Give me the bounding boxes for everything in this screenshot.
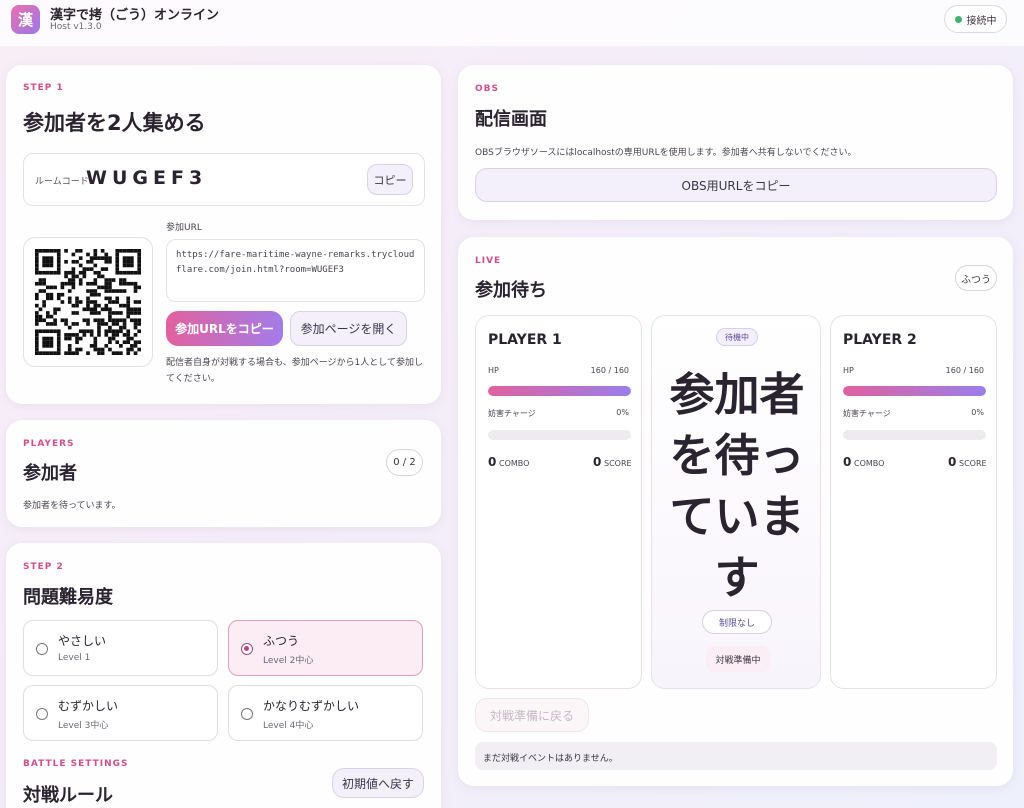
waiting-message: 参加者を待っています bbox=[669, 368, 805, 604]
player1-hp-label: HP bbox=[488, 366, 499, 375]
player2-charge-value: 0% bbox=[971, 408, 984, 417]
back-to-prep-button[interactable]: 対戦準備に戻る bbox=[475, 698, 589, 732]
player2-score: 0 bbox=[948, 455, 957, 469]
player2-hp-label: HP bbox=[843, 366, 854, 375]
difficulty-badge: ふつう bbox=[955, 265, 997, 291]
step2-eyebrow: STEP 2 bbox=[23, 562, 64, 572]
obs-card: OBS 配信画面 OBSブラウザソースにはlocalhostの専用URLを使用し… bbox=[458, 65, 1013, 220]
status-dot-icon bbox=[954, 15, 962, 23]
difficulty-name: かなりむずかしい bbox=[263, 699, 360, 713]
host-join-note: 配信者自身が対戦する場合も、参加ページから1人として参加してください。 bbox=[166, 358, 424, 384]
player1-hp-fill bbox=[488, 386, 631, 396]
player1-charge-label: 妨害チャージ bbox=[488, 409, 536, 418]
qr-code-icon bbox=[35, 249, 141, 355]
open-join-page-button[interactable]: 参加ページを開く bbox=[290, 311, 407, 346]
players-title: 参加者 bbox=[23, 463, 77, 484]
player1-charge-value: 0% bbox=[616, 408, 629, 417]
player2-hp-bar bbox=[843, 386, 986, 396]
player1-combo-label: COMBO bbox=[499, 459, 530, 468]
difficulty-option-very-hard[interactable]: かなりむずかしい Level 4中心 bbox=[228, 685, 423, 741]
player2-score-label: SCORE bbox=[959, 459, 987, 468]
player2-charge-label: 妨害チャージ bbox=[843, 409, 891, 418]
player2-card: PLAYER 2 HP 160 / 160 妨害チャージ 0% 0 COMBO … bbox=[830, 315, 997, 689]
waiting-badge: 待機中 bbox=[716, 328, 758, 346]
step2-card: STEP 2 問題難易度 やさしい Level 1 ふつう Level 2中心 … bbox=[6, 543, 441, 808]
player2-hp-fill bbox=[843, 386, 986, 396]
center-status-card: 待機中 参加者を待っています 制限なし 対戦準備中 bbox=[651, 315, 821, 689]
players-status: 参加者を待っています。 bbox=[23, 501, 121, 511]
live-card: LIVE 参加待ち ふつう PLAYER 1 HP 160 / 160 妨害チャ… bbox=[458, 237, 1013, 786]
qr-code bbox=[23, 237, 153, 367]
player1-combo: 0 bbox=[488, 455, 497, 469]
battle-eyebrow: BATTLE SETTINGS bbox=[23, 759, 129, 769]
step1-title: 参加者を2人集める bbox=[23, 111, 206, 135]
live-eyebrow: LIVE bbox=[475, 256, 502, 266]
difficulty-name: むずかしい bbox=[58, 699, 119, 713]
battle-status-pill: 対戦準備中 bbox=[706, 646, 770, 672]
copy-obs-url-button[interactable]: OBS用URLをコピー bbox=[475, 168, 997, 202]
room-code-box: ルームコード WUGEF3 コピー bbox=[23, 153, 425, 206]
radio-icon[interactable] bbox=[36, 643, 48, 655]
connection-status-badge: 接続中 bbox=[944, 5, 1007, 33]
radio-icon[interactable] bbox=[36, 708, 48, 720]
event-log: まだ対戦イベントはありません。 bbox=[475, 742, 997, 770]
player2-charge-bar bbox=[843, 430, 986, 440]
copy-room-code-button[interactable]: コピー bbox=[367, 164, 413, 195]
reset-defaults-button[interactable]: 初期値へ戻す bbox=[332, 768, 424, 798]
join-url-label: 参加URL bbox=[166, 223, 202, 233]
time-limit-pill: 制限なし bbox=[702, 610, 772, 634]
difficulty-level: Level 2中心 bbox=[263, 656, 314, 666]
player1-charge-bar bbox=[488, 430, 631, 440]
room-code-label: ルームコード bbox=[35, 177, 89, 187]
room-code-value: WUGEF3 bbox=[86, 167, 208, 189]
player1-hp-value: 160 / 160 bbox=[590, 366, 629, 375]
difficulty-level: Level 3中心 bbox=[58, 721, 109, 731]
event-log-text: まだ対戦イベントはありません。 bbox=[483, 754, 618, 764]
obs-title: 配信画面 bbox=[475, 109, 547, 130]
player2-combo-label: COMBO bbox=[854, 459, 885, 468]
radio-icon[interactable] bbox=[241, 708, 253, 720]
difficulty-option-normal[interactable]: ふつう Level 2中心 bbox=[228, 620, 423, 676]
copy-join-url-button[interactable]: 参加URLをコピー bbox=[166, 311, 283, 346]
step1-card: STEP 1 参加者を2人集める ルームコード WUGEF3 コピー 参加URL… bbox=[6, 65, 441, 404]
player1-card: PLAYER 1 HP 160 / 160 妨害チャージ 0% 0 COMBO … bbox=[475, 315, 642, 689]
player1-name: PLAYER 1 bbox=[488, 332, 562, 348]
player2-name: PLAYER 2 bbox=[843, 332, 917, 348]
player2-combo: 0 bbox=[843, 455, 852, 469]
player1-score-label: SCORE bbox=[604, 459, 632, 468]
connection-status-label: 接続中 bbox=[966, 15, 997, 27]
players-eyebrow: PLAYERS bbox=[23, 439, 75, 449]
app-title: 漢字で拷（ごう）オンライン bbox=[50, 8, 220, 23]
obs-eyebrow: OBS bbox=[475, 84, 499, 94]
app-logo: 漢 bbox=[11, 5, 40, 34]
step1-eyebrow: STEP 1 bbox=[23, 83, 64, 93]
players-card: PLAYERS 参加者 0 / 2 参加者を待っています。 bbox=[6, 420, 441, 527]
join-url-field[interactable]: https://fare-maritime-wayne-remarks.tryc… bbox=[166, 239, 425, 302]
player-count-badge: 0 / 2 bbox=[386, 449, 423, 476]
player2-hp-value: 160 / 160 bbox=[945, 366, 984, 375]
difficulty-option-easy[interactable]: やさしい Level 1 bbox=[23, 620, 218, 676]
difficulty-option-hard[interactable]: むずかしい Level 3中心 bbox=[23, 685, 218, 741]
player1-score: 0 bbox=[593, 455, 602, 469]
battle-title: 対戦ルール bbox=[23, 785, 113, 806]
app-version: Host v1.3.0 bbox=[50, 22, 102, 32]
radio-selected-icon[interactable] bbox=[241, 643, 253, 655]
top-bar: 漢 漢字で拷（ごう）オンライン Host v1.3.0 接続中 bbox=[0, 0, 1024, 46]
obs-description: OBSブラウザソースにはlocalhostの専用URLを使用します。参加者へ共有… bbox=[475, 148, 857, 158]
difficulty-name: やさしい bbox=[58, 634, 107, 648]
difficulty-level: Level 1 bbox=[58, 653, 91, 663]
player1-hp-bar bbox=[488, 386, 631, 396]
step2-title: 問題難易度 bbox=[23, 587, 113, 608]
live-title: 参加待ち bbox=[475, 280, 547, 301]
difficulty-name: ふつう bbox=[263, 634, 300, 648]
difficulty-level: Level 4中心 bbox=[263, 721, 314, 731]
